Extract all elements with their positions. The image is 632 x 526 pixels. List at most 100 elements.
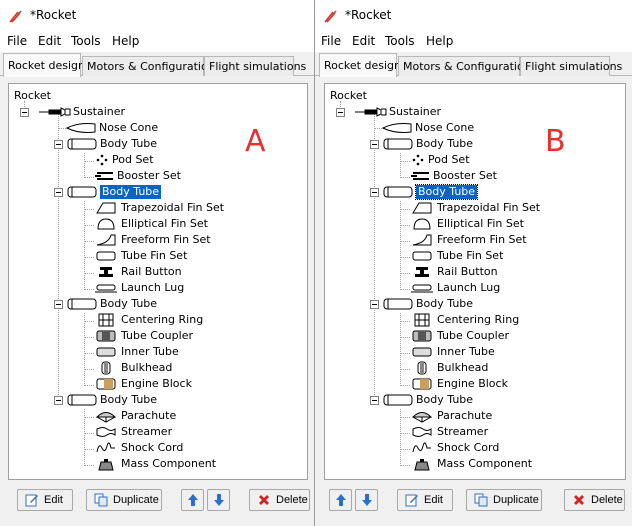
component-tree[interactable]: Rocket Sustainer Nose Cone Body Tube Pod…	[8, 83, 308, 480]
menu-file[interactable]: File	[7, 34, 27, 48]
trapezoidal-fin-icon	[96, 202, 116, 214]
rocket-app-icon	[9, 10, 22, 23]
delete-icon	[574, 495, 584, 505]
tab-strip: Rocket design Motors & Configuration Fli…	[315, 52, 632, 77]
tab-motors-configuration[interactable]: Motors & Configuration	[82, 56, 215, 76]
body-tube-icon	[383, 298, 413, 310]
parachute-icon	[411, 412, 433, 423]
duplicate-button[interactable]: Duplicate	[466, 489, 542, 511]
nose-cone-icon	[65, 123, 96, 133]
move-down-icon	[214, 494, 224, 506]
collapse-toggle[interactable]	[54, 396, 63, 405]
move-up-icon	[188, 494, 198, 506]
tube-coupler-icon	[96, 330, 116, 342]
marker-label: B	[545, 124, 566, 159]
shock-cord-icon	[96, 442, 115, 453]
move-down-icon	[362, 494, 372, 506]
tab-strip: Rocket design Motors & Configuration Fli…	[0, 52, 314, 77]
body-tube-icon	[67, 138, 97, 150]
stage-icon	[355, 107, 387, 117]
nose-cone-icon	[381, 123, 412, 133]
parachute-icon	[95, 412, 117, 423]
stage-icon	[39, 107, 71, 117]
collapse-toggle[interactable]	[370, 300, 379, 309]
body-tube-icon	[383, 394, 413, 406]
menu-edit[interactable]: Edit	[352, 34, 375, 48]
inner-tube-icon	[412, 347, 432, 357]
freeform-fin-icon	[412, 234, 432, 246]
delete-button[interactable]: Delete	[249, 489, 310, 511]
tube-coupler-icon	[412, 330, 432, 342]
menu-bar: File Edit Tools Help	[315, 31, 632, 52]
window-title: *Rocket	[30, 8, 77, 22]
streamer-icon	[96, 427, 116, 437]
collapse-toggle[interactable]	[54, 140, 63, 149]
body-tube-icon	[67, 186, 97, 198]
collapse-toggle[interactable]	[370, 140, 379, 149]
body-tube-icon	[67, 298, 97, 310]
duplicate-icon	[94, 493, 108, 507]
launch-lug-icon	[411, 284, 433, 293]
engine-block-icon	[412, 378, 432, 390]
title-bar: *Rocket	[0, 0, 314, 31]
shock-cord-icon	[412, 442, 431, 453]
rocket-app-icon	[324, 10, 337, 23]
trapezoidal-fin-icon	[412, 202, 432, 214]
collapse-toggle[interactable]	[336, 108, 345, 117]
mass-component-icon	[98, 459, 114, 471]
freeform-fin-icon	[96, 234, 116, 246]
menu-tools[interactable]: Tools	[71, 34, 101, 48]
menu-tools[interactable]: Tools	[385, 34, 415, 48]
collapse-toggle[interactable]	[370, 396, 379, 405]
tab-flight-simulations[interactable]: Flight simulations	[204, 56, 306, 76]
window-a: *Rocket File Edit Tools Help Rocket desi…	[0, 0, 314, 526]
tab-motors-configuration[interactable]: Motors & Configuration	[398, 56, 531, 76]
rail-button-icon	[415, 267, 429, 277]
delete-icon	[259, 495, 269, 505]
collapse-toggle[interactable]	[20, 108, 29, 117]
body-tube-icon	[383, 138, 413, 150]
move-up-button[interactable]	[329, 489, 352, 511]
tab-rocket-design[interactable]: Rocket design	[3, 53, 85, 77]
edit-icon	[25, 494, 38, 507]
body-tube-icon	[67, 394, 97, 406]
elliptical-fin-icon	[413, 218, 431, 230]
menu-help[interactable]: Help	[426, 34, 453, 48]
engine-block-icon	[96, 378, 116, 390]
pod-set-icon	[96, 154, 108, 166]
tube-fin-icon	[96, 251, 116, 261]
delete-button[interactable]: Delete	[564, 489, 625, 511]
bulkhead-icon	[417, 361, 427, 375]
body-tube-icon	[383, 186, 413, 198]
menu-bar: File Edit Tools Help	[0, 31, 314, 52]
elliptical-fin-icon	[97, 218, 115, 230]
move-up-button[interactable]	[181, 489, 204, 511]
collapse-toggle[interactable]	[54, 300, 63, 309]
inner-tube-icon	[96, 347, 116, 357]
booster-set-icon	[95, 172, 113, 180]
collapse-toggle[interactable]	[370, 188, 379, 197]
title-bar: *Rocket	[315, 0, 632, 31]
rail-button-icon	[99, 267, 113, 277]
window-b: *Rocket File Edit Tools Help Rocket desi…	[314, 0, 632, 526]
tube-fin-icon	[412, 251, 432, 261]
tab-rocket-design[interactable]: Rocket design	[319, 53, 401, 77]
move-up-icon	[336, 494, 346, 506]
centering-ring-icon	[414, 313, 430, 327]
menu-edit[interactable]: Edit	[38, 34, 61, 48]
collapse-toggle[interactable]	[54, 188, 63, 197]
move-down-button[interactable]	[207, 489, 230, 511]
tab-flight-simulations[interactable]: Flight simulations	[520, 56, 622, 76]
edit-button[interactable]: Edit	[397, 489, 453, 511]
component-tree[interactable]: Rocket Sustainer Nose Cone Body Tube Pod…	[324, 83, 626, 480]
marker-label: A	[245, 124, 266, 159]
edit-button[interactable]: Edit	[17, 489, 73, 511]
launch-lug-icon	[95, 284, 117, 293]
bulkhead-icon	[101, 361, 111, 375]
duplicate-button[interactable]: Duplicate	[86, 489, 162, 511]
menu-file[interactable]: File	[321, 34, 341, 48]
move-down-button[interactable]	[355, 489, 378, 511]
duplicate-icon	[474, 493, 488, 507]
pod-set-icon	[412, 154, 424, 166]
menu-help[interactable]: Help	[112, 34, 139, 48]
